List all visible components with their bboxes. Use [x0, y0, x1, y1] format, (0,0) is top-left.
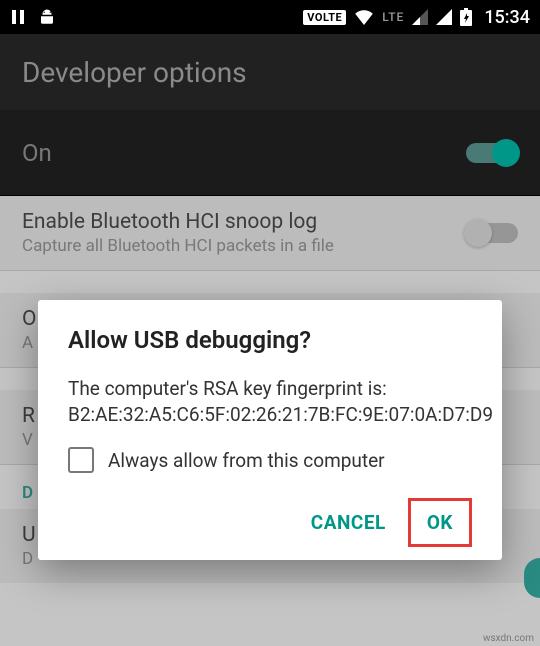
bt-snoop-toggle[interactable]: [466, 223, 518, 243]
always-allow-checkbox[interactable]: [68, 447, 94, 473]
page-title: Developer options: [22, 56, 247, 89]
android-icon: [38, 8, 56, 26]
dialog-body: The computer's RSA key fingerprint is: B…: [68, 376, 472, 427]
dialog-title: Allow USB debugging?: [68, 326, 472, 354]
item-sub: D: [22, 549, 36, 569]
master-toggle-row[interactable]: On: [0, 110, 540, 196]
item-title: R: [22, 404, 35, 428]
clock: 15:34: [484, 7, 530, 28]
battery-charging-icon: [460, 8, 472, 26]
signal-icon-1: [412, 9, 428, 25]
app-header: Developer options: [0, 34, 540, 110]
volte-badge: VOLTE: [303, 10, 346, 25]
item-title: O: [22, 307, 36, 331]
always-allow-label: Always allow from this computer: [108, 449, 385, 472]
status-bar: VOLTE LTE 15:34: [0, 0, 540, 34]
master-toggle-label: On: [22, 139, 52, 167]
ok-button[interactable]: OK: [408, 498, 472, 547]
lte-label: LTE: [382, 10, 404, 24]
fab-peek: [524, 558, 540, 598]
cancel-button[interactable]: CANCEL: [289, 497, 408, 548]
pause-icon: [10, 9, 26, 25]
master-toggle[interactable]: [466, 143, 518, 163]
item-title: U: [22, 523, 36, 547]
signal-icon-2: [436, 9, 452, 25]
usb-debugging-dialog: Allow USB debugging? The computer's RSA …: [38, 300, 502, 560]
item-sub: V: [22, 430, 35, 450]
item-bt-snoop[interactable]: Enable Bluetooth HCI snoop log Capture a…: [0, 196, 540, 271]
item-title: Enable Bluetooth HCI snoop log: [22, 210, 334, 234]
watermark: wsxdn.com: [483, 633, 534, 644]
wifi-icon: [354, 9, 374, 25]
always-allow-row[interactable]: Always allow from this computer: [68, 447, 472, 473]
item-sub: A: [22, 333, 36, 353]
item-sub: Capture all Bluetooth HCI packets in a f…: [22, 236, 334, 256]
